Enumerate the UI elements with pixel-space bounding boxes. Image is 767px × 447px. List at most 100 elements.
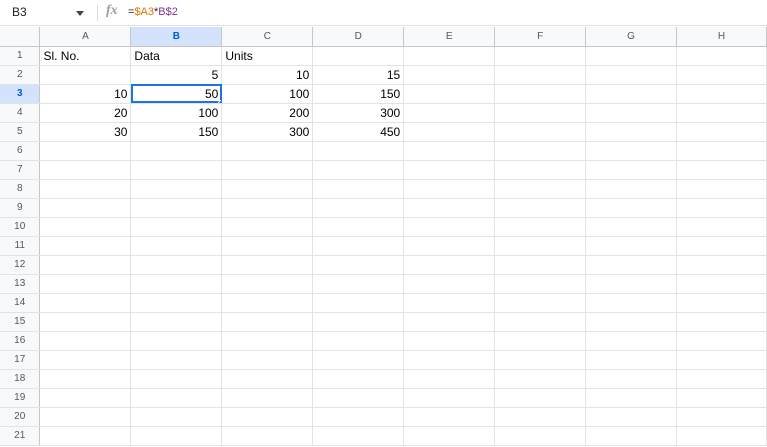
cell-h13[interactable] [676,274,767,294]
cell-g5[interactable] [585,122,677,142]
cell-e6[interactable] [403,141,496,161]
cell-b13[interactable] [130,274,223,294]
row-header-10[interactable]: 10 [0,217,41,237]
cell-b19[interactable] [130,388,223,408]
cell-g20[interactable] [585,407,677,427]
cell-a18[interactable] [39,369,132,389]
cell-b12[interactable] [130,255,223,275]
cell-g9[interactable] [585,198,677,218]
cell-e9[interactable] [403,198,496,218]
cell-c9[interactable] [221,198,314,218]
cell-h12[interactable] [676,255,767,275]
cell-g19[interactable] [585,388,677,408]
cell-g7[interactable] [585,160,677,180]
cell-a6[interactable] [39,141,132,161]
cell-d5[interactable]: 450 [312,122,405,142]
cell-d6[interactable] [312,141,405,161]
cell-f2[interactable] [494,65,587,85]
cell-e8[interactable] [403,179,496,199]
cell-b9[interactable] [130,198,223,218]
cell-g17[interactable] [585,350,677,370]
cell-d9[interactable] [312,198,405,218]
cell-e18[interactable] [403,369,496,389]
cell-g10[interactable] [585,217,677,237]
cell-g13[interactable] [585,274,677,294]
cell-d13[interactable] [312,274,405,294]
cell-d21[interactable] [312,426,405,446]
row-header-19[interactable]: 19 [0,388,41,408]
cell-b11[interactable] [130,236,223,256]
cell-e20[interactable] [403,407,496,427]
cell-b6[interactable] [130,141,223,161]
cell-d11[interactable] [312,236,405,256]
cell-a13[interactable] [39,274,132,294]
cell-e10[interactable] [403,217,496,237]
row-header-20[interactable]: 20 [0,407,41,427]
cell-g12[interactable] [585,255,677,275]
cell-b18[interactable] [130,369,223,389]
row-header-2[interactable]: 2 [0,65,41,85]
chevron-down-icon[interactable] [76,11,84,16]
cell-d4[interactable]: 300 [312,103,405,123]
cell-a8[interactable] [39,179,132,199]
cell-c16[interactable] [221,331,314,351]
cell-a11[interactable] [39,236,132,256]
cell-f8[interactable] [494,179,587,199]
row-header-6[interactable]: 6 [0,141,41,161]
cell-h20[interactable] [676,407,767,427]
column-header-c[interactable]: C [221,27,314,47]
cell-a7[interactable] [39,160,132,180]
cell-f14[interactable] [494,293,587,313]
cell-h9[interactable] [676,198,767,218]
cell-e11[interactable] [403,236,496,256]
cell-f19[interactable] [494,388,587,408]
cell-h11[interactable] [676,236,767,256]
cell-f12[interactable] [494,255,587,275]
cell-g16[interactable] [585,331,677,351]
cell-a10[interactable] [39,217,132,237]
cell-b1[interactable]: Data [130,46,223,66]
cell-c18[interactable] [221,369,314,389]
cell-g11[interactable] [585,236,677,256]
cell-a4[interactable]: 20 [39,103,132,123]
cell-f15[interactable] [494,312,587,332]
cell-e21[interactable] [403,426,496,446]
cell-c10[interactable] [221,217,314,237]
cell-e5[interactable] [403,122,496,142]
name-box[interactable]: B3 [0,0,96,25]
column-header-h[interactable]: H [676,27,767,47]
cell-d3[interactable]: 150 [312,84,405,104]
row-header-4[interactable]: 4 [0,103,41,123]
cell-f17[interactable] [494,350,587,370]
cell-e13[interactable] [403,274,496,294]
cell-g2[interactable] [585,65,677,85]
cell-c2[interactable]: 10 [221,65,314,85]
cell-e19[interactable] [403,388,496,408]
cell-d19[interactable] [312,388,405,408]
cell-c1[interactable]: Units [221,46,314,66]
cell-b7[interactable] [130,160,223,180]
cell-b14[interactable] [130,293,223,313]
cell-e16[interactable] [403,331,496,351]
column-header-a[interactable]: A [39,27,132,47]
cell-e15[interactable] [403,312,496,332]
cell-a2[interactable] [39,65,132,85]
cell-e17[interactable] [403,350,496,370]
cell-g14[interactable] [585,293,677,313]
cell-d12[interactable] [312,255,405,275]
fill-handle[interactable] [218,99,221,102]
row-header-17[interactable]: 17 [0,350,41,370]
cell-h16[interactable] [676,331,767,351]
cell-d7[interactable] [312,160,405,180]
cell-d1[interactable] [312,46,405,66]
cell-d8[interactable] [312,179,405,199]
cell-h7[interactable] [676,160,767,180]
cell-e2[interactable] [403,65,496,85]
cell-h2[interactable] [676,65,767,85]
cell-h15[interactable] [676,312,767,332]
cell-b8[interactable] [130,179,223,199]
cell-a21[interactable] [39,426,132,446]
cell-b10[interactable] [130,217,223,237]
cell-d18[interactable] [312,369,405,389]
cell-b20[interactable] [130,407,223,427]
